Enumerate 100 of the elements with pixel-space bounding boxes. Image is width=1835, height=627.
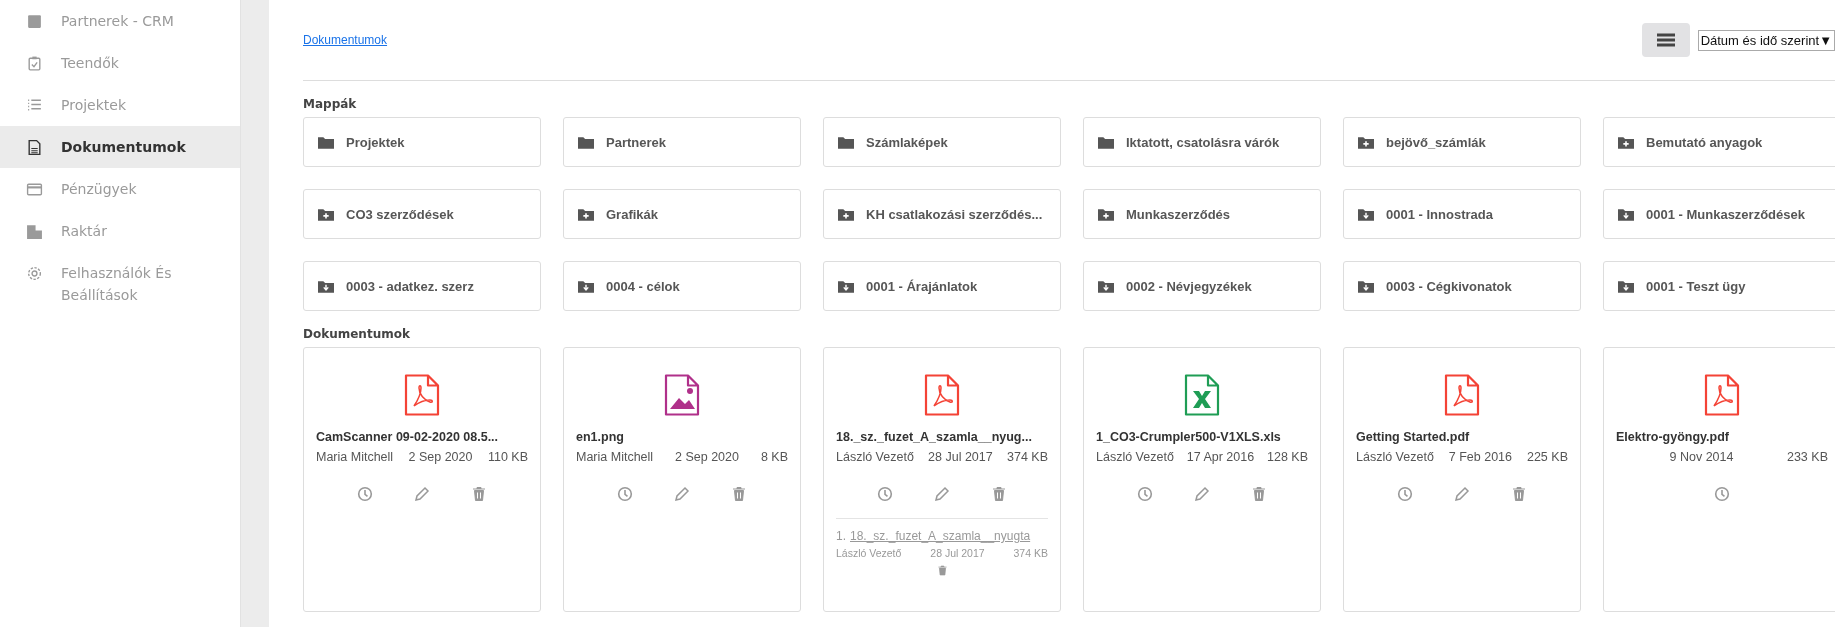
document-card[interactable]: 1_CO3-Crumpler500-V1XLS.xls László Vezető 17 Apr 2016 128 KB xyxy=(1083,347,1321,612)
folder-card[interactable]: Partnerek xyxy=(563,117,801,167)
folder-card[interactable]: bejövő_számlák xyxy=(1343,117,1581,167)
card-icon xyxy=(26,181,43,198)
trash-icon[interactable] xyxy=(1511,486,1528,502)
document-card[interactable]: en1.png Maria Mitchell 2 Sep 2020 8 KB xyxy=(563,347,801,612)
file-name: Elektro-gyöngy.pdf xyxy=(1616,430,1730,444)
folder-card[interactable]: 0001 - Árajánlatok xyxy=(823,261,1061,311)
list-view-button[interactable] xyxy=(1641,23,1690,57)
file-owner: Maria Mitchell xyxy=(316,450,394,464)
clock-icon[interactable] xyxy=(356,486,373,502)
file-owner: László Vezető xyxy=(1356,450,1434,464)
document-card[interactable]: CamScanner 09-02-2020 08.5... Maria Mitchell 2 Sep 2020 110 KB xyxy=(303,347,541,612)
breadcrumb-link[interactable]: Dokumentumok xyxy=(303,33,388,47)
image-file-icon xyxy=(664,374,700,416)
file-date: 2 Sep 2020 xyxy=(675,450,739,464)
pdf-file-icon xyxy=(1704,374,1740,416)
spreadsheet-file-icon xyxy=(1184,374,1220,416)
folder-icon xyxy=(318,135,334,149)
folder-card[interactable]: Számlaképek xyxy=(823,117,1061,167)
folder-download-icon xyxy=(1358,207,1374,221)
clock-icon[interactable] xyxy=(616,486,633,502)
pencil-icon[interactable] xyxy=(414,486,430,502)
sort-dropdown[interactable]: Dátum és idő szerint▼ xyxy=(1697,29,1835,51)
file-owner: László Vezető xyxy=(836,450,914,464)
folder-plus-icon xyxy=(1098,207,1114,221)
folder-plus-icon xyxy=(578,207,594,221)
file-date: 9 Nov 2014 xyxy=(1669,450,1734,464)
file-owner: László Vezető xyxy=(1096,450,1174,464)
document-card[interactable]: Elektro-gyöngy.pdf 9 Nov 2014 233 KB xyxy=(1603,347,1835,612)
folder-plus-icon xyxy=(1358,135,1374,149)
sidebar-item[interactable]: Dokumentumok xyxy=(0,126,240,168)
building-icon xyxy=(26,223,43,240)
folder-card[interactable]: KH csatlakozási szerződés... xyxy=(823,189,1061,239)
document-card[interactable]: 18._sz._fuzet_A_szamla__nyug... László Vezető 28 Jul 2017 374 KB 1. 18._sz._fuzet_A_szamla__nyugta László Vezető 28 Jul 2017 374 KB xyxy=(823,347,1061,612)
folder-card[interactable]: 0001 - Innostrada xyxy=(1343,189,1581,239)
clock-icon[interactable] xyxy=(876,486,893,502)
pdf-file-icon xyxy=(924,374,960,416)
folder-download-icon xyxy=(1618,279,1634,293)
file-owner: Maria Mitchell xyxy=(576,450,654,464)
settings-icon xyxy=(26,265,43,282)
version-number: 1. xyxy=(836,529,846,543)
trash-icon[interactable] xyxy=(936,565,948,576)
file-size: 8 KB xyxy=(760,450,788,464)
folder-card[interactable]: 0002 - Névjegyzékek xyxy=(1083,261,1321,311)
folder-plus-icon xyxy=(1618,135,1634,149)
folder-download-icon xyxy=(578,279,594,293)
folder-download-icon xyxy=(318,279,334,293)
clock-icon[interactable] xyxy=(1396,486,1413,502)
trash-icon[interactable] xyxy=(731,486,748,502)
file-size: 233 KB xyxy=(1786,450,1828,464)
version-owner: László Vezető xyxy=(836,547,902,559)
folder-download-icon xyxy=(1098,279,1114,293)
pdf-file-icon xyxy=(404,374,440,416)
file-date: 28 Jul 2017 xyxy=(928,450,993,464)
section-heading: Dokumentumok xyxy=(303,327,411,341)
version-size: 374 KB xyxy=(1013,547,1048,559)
file-size: 110 KB xyxy=(487,450,528,464)
file-name: Getting Started.pdf xyxy=(1356,430,1471,444)
clock-icon[interactable] xyxy=(1136,486,1153,502)
folder-download-icon xyxy=(838,279,854,293)
pencil-icon[interactable] xyxy=(674,486,690,502)
file-name: CamScanner 09-02-2020 08.5... xyxy=(316,430,500,444)
folder-plus-icon xyxy=(318,207,334,221)
file-size: 128 KB xyxy=(1267,450,1308,464)
folder-card[interactable]: 0003 - Cégkivonatok xyxy=(1343,261,1581,311)
folder-card[interactable]: Projektek xyxy=(303,117,541,167)
file-name: 18._sz._fuzet_A_szamla__nyug... xyxy=(836,430,1033,444)
version-date: 28 Jul 2017 xyxy=(930,547,985,559)
file-date: 17 Apr 2016 xyxy=(1186,450,1255,464)
trash-icon[interactable] xyxy=(471,486,488,502)
pencil-icon[interactable] xyxy=(1454,486,1470,502)
folder-download-icon xyxy=(1358,279,1374,293)
pencil-icon[interactable] xyxy=(1194,486,1210,502)
section-heading: Mappák xyxy=(303,97,358,111)
document-card[interactable]: Getting Started.pdf László Vezető 7 Feb 2016 225 KB xyxy=(1343,347,1581,612)
folder-card[interactable]: 0001 - Teszt ügy xyxy=(1603,261,1835,311)
folder-card[interactable]: Bemutató anyagok xyxy=(1603,117,1835,167)
trash-icon[interactable] xyxy=(1251,486,1268,502)
folder-card[interactable]: Munkaszerződés xyxy=(1083,189,1321,239)
file-name: 1_CO3-Crumpler500-V1XLS.xls xyxy=(1096,430,1282,444)
menu-icon xyxy=(1655,32,1676,48)
folder-card[interactable]: Iktatott, csatolásra várók xyxy=(1083,117,1321,167)
folder-plus-icon xyxy=(838,207,854,221)
document-icon xyxy=(26,139,43,156)
file-date: 7 Feb 2016 xyxy=(1448,450,1513,464)
folder-card[interactable]: 0001 - Munkaszerződések xyxy=(1603,189,1835,239)
clipboard-icon xyxy=(26,55,43,72)
folder-card[interactable]: 0003 - adatkez. szerz xyxy=(303,261,541,311)
pdf-file-icon xyxy=(1444,374,1480,416)
folder-icon xyxy=(578,135,594,149)
clock-icon[interactable] xyxy=(1714,486,1730,502)
folder-card[interactable]: CO3 szerződések xyxy=(303,189,541,239)
trash-icon[interactable] xyxy=(991,486,1008,502)
folder-card[interactable]: Grafikák xyxy=(563,189,801,239)
pencil-icon[interactable] xyxy=(934,486,950,502)
file-size: 374 KB xyxy=(1007,450,1048,464)
folder-download-icon xyxy=(1618,207,1634,221)
folder-card[interactable]: 0004 - célok xyxy=(563,261,801,311)
file-date: 2 Sep 2020 xyxy=(408,450,473,464)
